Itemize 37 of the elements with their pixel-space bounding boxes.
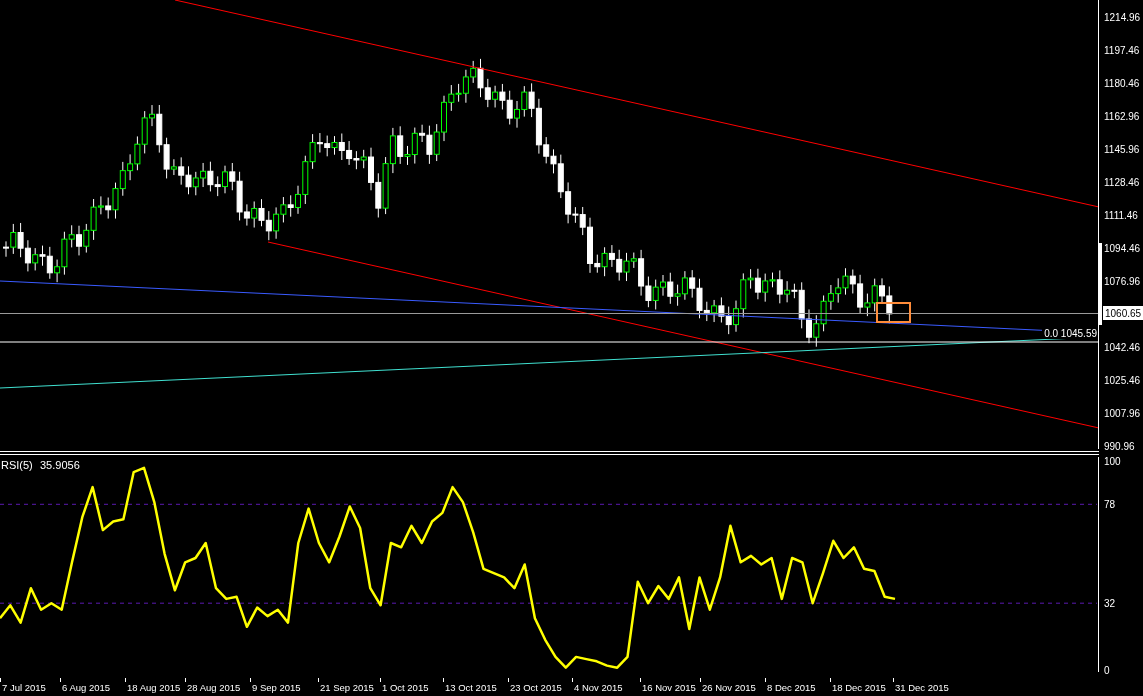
axis-tick-label: 1180.46: [1104, 78, 1140, 89]
axis-tick-label: 23 Oct 2015: [510, 682, 562, 693]
axis-tick-label: 1042.46: [1104, 342, 1141, 353]
axis-tick-label: 990.96: [1104, 441, 1135, 452]
axis-tick-label: 1076.96: [1104, 276, 1141, 287]
axis-tick-label: 6 Aug 2015: [62, 682, 111, 693]
axis-tick-label: 26 Nov 2015: [702, 682, 756, 693]
axis-tick-label: 4 Nov 2015: [574, 682, 623, 693]
axis-tick-label: 1145.96: [1104, 144, 1140, 155]
axis-tick-label: 0: [1104, 665, 1110, 676]
axis-tick-label: 16 Nov 2015: [642, 682, 696, 693]
axis-tick-label: 1025.46: [1104, 375, 1141, 386]
axis-tick-label: 1007.96: [1104, 408, 1141, 419]
axis-tick-label: 7 Jul 2015: [2, 682, 46, 693]
axis-tick-label: 1214.96: [1104, 12, 1141, 23]
axis-tick-label: 13 Oct 2015: [445, 682, 497, 693]
axis-tick-label: 78: [1104, 499, 1116, 511]
axis-tick-label: 8 Dec 2015: [767, 682, 816, 693]
axis-tick-label: 31 Dec 2015: [895, 682, 949, 693]
axis-tick-label: 1197.46: [1104, 45, 1140, 56]
highlight-rectangle: [876, 302, 911, 323]
indicator-name: RSI(5): [1, 459, 33, 471]
axis-tick-label: 100: [1104, 456, 1121, 467]
axis-tick-label: 1128.46: [1104, 177, 1140, 188]
axis-tick-label: 18 Aug 2015: [127, 682, 181, 693]
axis-tick-label: 28 Aug 2015: [187, 682, 241, 693]
level-label: 0.0 1045.59: [1044, 328, 1097, 339]
indicator-value: 35.9056: [40, 459, 80, 471]
axis-tick-label: 18 Dec 2015: [832, 682, 886, 693]
axis-tick-label: 1111.46: [1104, 210, 1138, 221]
axis-tick-label: 32: [1104, 598, 1116, 610]
axis-tick-label: 1094.46: [1104, 243, 1141, 254]
axis-tick-label: 9 Sep 2015: [252, 682, 301, 693]
axis-tick-label: 21 Sep 2015: [320, 682, 374, 693]
axis-tick-label: 1162.96: [1104, 111, 1140, 122]
axis-tick-label: 1 Oct 2015: [382, 682, 429, 693]
current-price-label: 1060.65: [1103, 306, 1143, 320]
